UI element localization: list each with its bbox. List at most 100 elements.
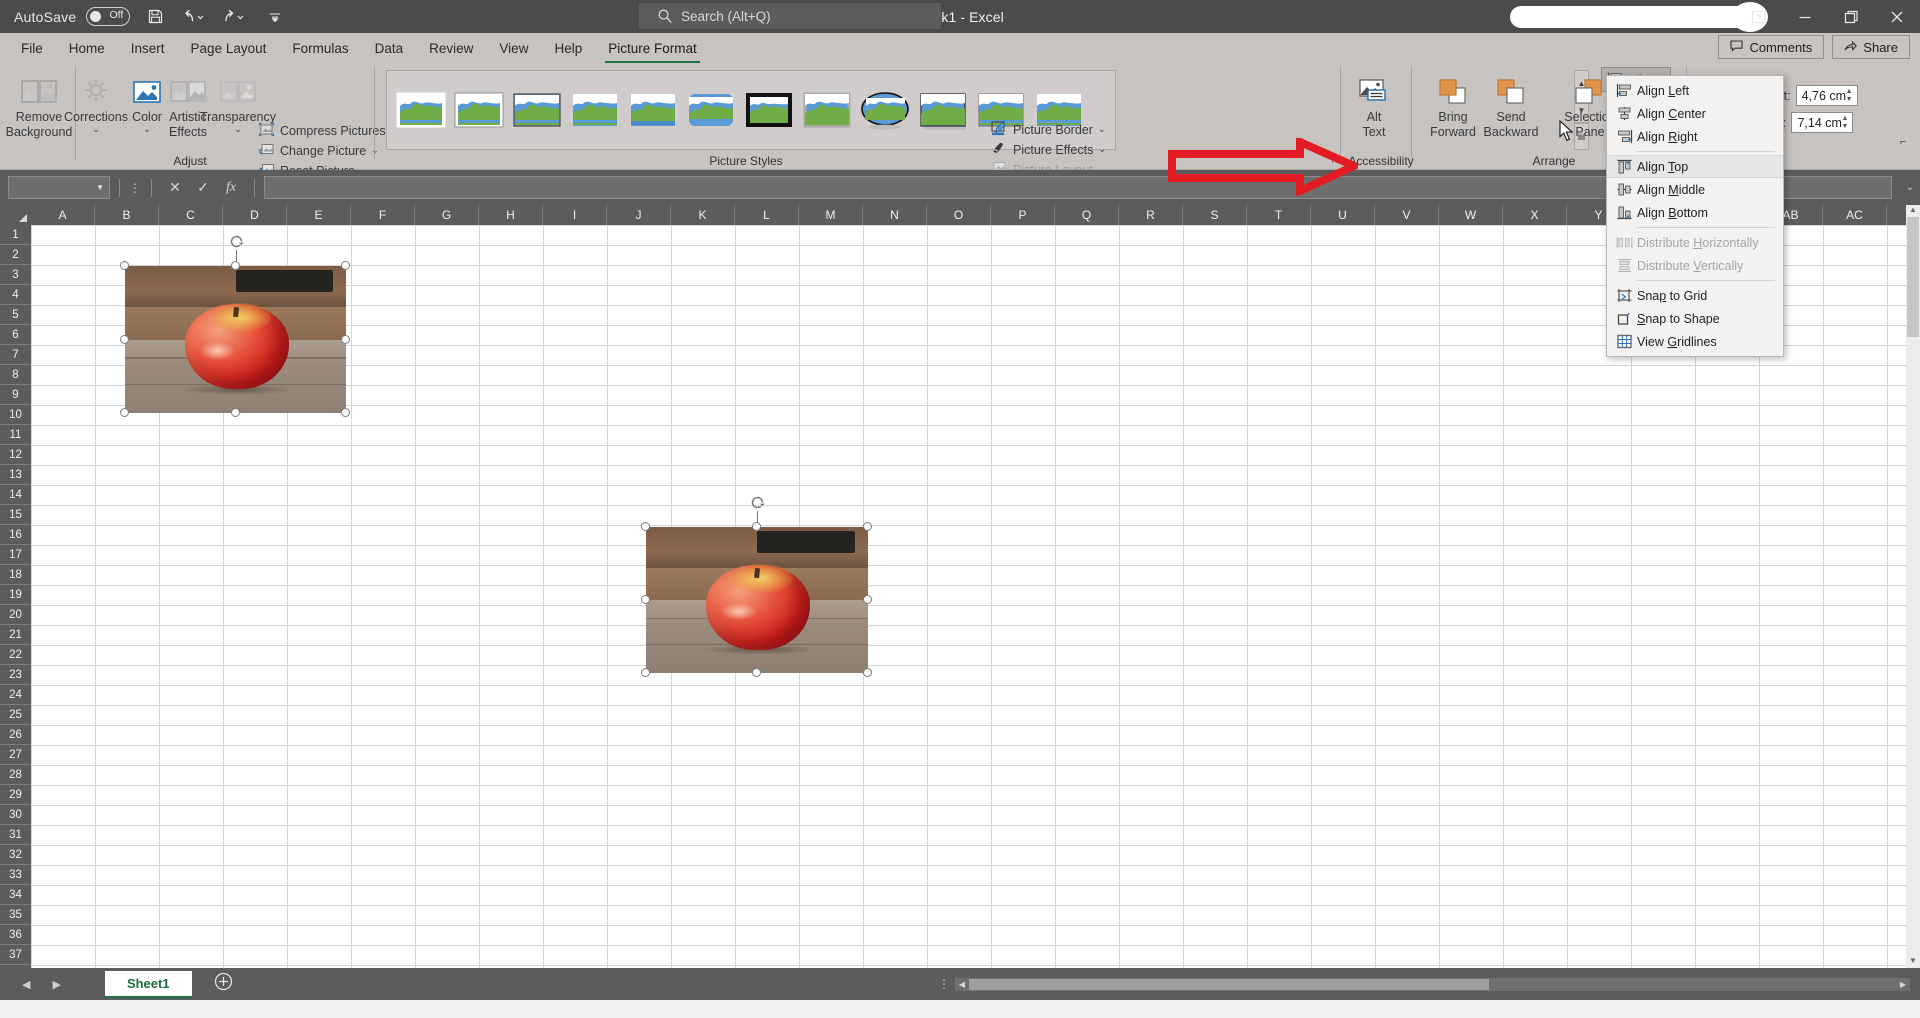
row-header-36[interactable]: 36 [0,925,31,945]
row-header-12[interactable]: 12 [0,445,31,465]
menu-item-align-center[interactable]: Align Center [1607,102,1783,125]
column-header-V[interactable]: V [1375,205,1439,225]
tab-insert[interactable]: Insert [118,33,178,63]
column-header-O[interactable]: O [927,205,991,225]
add-sheet-icon[interactable] [214,972,233,996]
stepper-up-icon[interactable]: ▲ [1841,115,1848,122]
minimize-icon[interactable] [1782,0,1828,33]
split-handle[interactable]: ⋮ [938,977,951,991]
resize-handle-w[interactable] [120,334,129,344]
row-header-32[interactable]: 32 [0,845,31,865]
close-icon[interactable] [1874,0,1920,33]
chevron-down-icon[interactable]: ⌄ [1098,145,1106,154]
resize-handle-w[interactable] [641,595,650,604]
row-header-10[interactable]: 10 [0,405,31,425]
tab-page-layout[interactable]: Page Layout [178,33,280,63]
restore-icon[interactable] [1828,0,1874,33]
select-all-corner[interactable] [0,205,31,225]
picture-border-button[interactable]: Picture Border ⌄ [990,120,1105,139]
menu-item-align-top[interactable]: Align Top [1607,155,1783,178]
undo-icon[interactable] [180,2,210,32]
resize-handle-e[interactable] [341,334,350,344]
row-header-37[interactable]: 37 [0,945,31,965]
row-header-4[interactable]: 4 [0,285,31,305]
tab-formulas[interactable]: Formulas [279,33,361,63]
row-header-11[interactable]: 11 [0,425,31,445]
picture-style-thumb-5[interactable] [627,89,679,131]
column-header-K[interactable]: K [671,205,735,225]
tab-help[interactable]: Help [541,33,595,63]
row-header-35[interactable]: 35 [0,905,31,925]
menu-item-align-bottom[interactable]: Align Bottom [1607,201,1783,224]
alt-text-button[interactable]: Alt Text [1339,67,1409,151]
scroll-up-icon[interactable]: ▲ [1906,205,1920,217]
change-picture-button[interactable]: Change Picture ⌄ [258,141,379,160]
picture-style-thumb-3[interactable] [511,89,563,131]
picture-style-thumb-7[interactable] [743,89,795,131]
share-button[interactable]: Share [1832,35,1910,59]
align-dropdown-menu[interactable]: Align Left Align Center Align Right Alig… [1606,75,1784,357]
column-header-L[interactable]: L [735,205,799,225]
menu-item-align-middle[interactable]: Align Middle [1607,178,1783,201]
vertical-scroll-thumb[interactable] [1907,217,1919,337]
menu-item-snap-to-shape[interactable]: Snap to Shape [1607,307,1783,330]
row-header-31[interactable]: 31 [0,825,31,845]
column-header-E[interactable]: E [287,205,351,225]
column-header-N[interactable]: N [863,205,927,225]
column-header-C[interactable]: C [159,205,223,225]
height-stepper[interactable]: ▲ ▼ [1844,87,1855,104]
menu-item-align-left[interactable]: Align Left [1607,79,1783,102]
tab-data[interactable]: Data [362,33,417,63]
sheet-tab-sheet1[interactable]: Sheet1 [104,970,192,998]
row-header-27[interactable]: 27 [0,745,31,765]
resize-handle-nw[interactable] [120,261,129,270]
tab-home[interactable]: Home [56,33,118,63]
row-header-6[interactable]: 6 [0,325,31,345]
row-header-8[interactable]: 8 [0,365,31,385]
resize-handle-nw[interactable] [641,522,650,531]
resize-handle-s[interactable] [752,668,761,677]
chevron-down-icon[interactable]: ⌄ [92,125,100,134]
row-header-30[interactable]: 30 [0,805,31,825]
column-header-I[interactable]: I [543,205,607,225]
resize-handle-n[interactable] [752,522,761,531]
column-header-T[interactable]: T [1247,205,1311,225]
resize-handle-ne[interactable] [863,522,872,531]
picture-apple-2[interactable] [641,496,872,677]
column-header-W[interactable]: W [1439,205,1503,225]
resize-handle-sw[interactable] [120,408,129,417]
column-header-G[interactable]: G [415,205,479,225]
expand-formula-bar-icon[interactable]: ⌄ [1906,182,1914,193]
height-input[interactable]: 4,76 cm ▲ ▼ [1795,85,1858,106]
row-header-25[interactable]: 25 [0,705,31,725]
column-header-AC[interactable]: AC [1823,205,1887,225]
row-header-23[interactable]: 23 [0,665,31,685]
resize-handle-se[interactable] [863,668,872,677]
redo-icon[interactable] [220,2,250,32]
column-header-P[interactable]: P [991,205,1055,225]
row-header-3[interactable]: 3 [0,265,31,285]
picture-style-thumb-8[interactable] [801,89,853,131]
chevron-down-icon[interactable]: ⌄ [234,125,242,134]
column-header-Q[interactable]: Q [1055,205,1119,225]
name-box[interactable]: ▼ [8,176,110,199]
previous-sheet-icon[interactable]: ◀ [22,978,30,991]
column-header-M[interactable]: M [799,205,863,225]
resize-handle-n[interactable] [230,261,240,270]
chevron-down-icon[interactable]: ⌄ [1098,125,1106,134]
column-header-F[interactable]: F [351,205,415,225]
row-header-29[interactable]: 29 [0,785,31,805]
cancel-icon[interactable]: ✕ [161,179,189,196]
rotate-handle[interactable] [749,494,766,511]
row-header-5[interactable]: 5 [0,305,31,325]
chevron-down-icon[interactable]: ⌄ [143,125,151,134]
enter-icon[interactable]: ✓ [189,179,217,196]
menu-item-view-gridlines[interactable]: View Gridlines [1607,330,1783,353]
row-header-22[interactable]: 22 [0,645,31,665]
column-header-D[interactable]: D [223,205,287,225]
scroll-down-icon[interactable]: ▼ [1906,956,1920,968]
horizontal-scrollbar[interactable]: ◀ ▶ [955,978,1910,991]
picture-style-thumb-1[interactable] [395,89,447,131]
save-icon[interactable] [140,2,170,32]
row-header-34[interactable]: 34 [0,885,31,905]
